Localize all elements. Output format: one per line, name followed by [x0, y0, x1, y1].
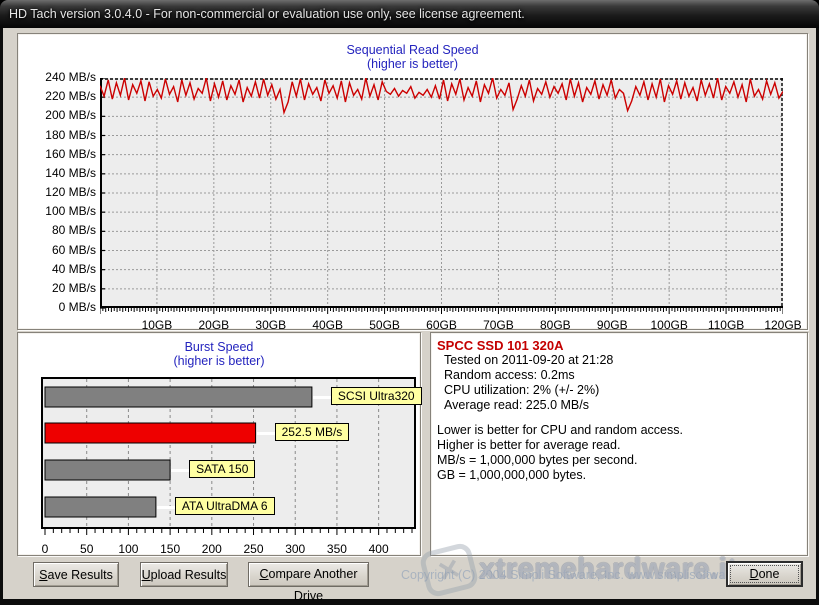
seq-y-tick: 40 MB/s: [20, 262, 96, 276]
burst-bar-label: SCSI Ultra320: [331, 387, 422, 405]
title-bar[interactable]: HD Tach version 3.0.4.0 - For non-commer…: [0, 0, 819, 28]
seq-x-tick: 40GB: [298, 318, 358, 332]
burst-label-connector: [257, 432, 275, 435]
seq-x-tick: 20GB: [184, 318, 244, 332]
random-access-line: Random access: 0.2ms: [437, 368, 803, 383]
burst-chart-title: Burst Speed: [18, 340, 420, 354]
burst-label-connector: [171, 469, 189, 472]
burst-x-tick: 100: [108, 542, 148, 556]
burst-x-tick: 50: [67, 542, 107, 556]
seq-y-tick: 220 MB/s: [20, 89, 96, 103]
tested-on-line: Tested on 2011-09-20 at 21:28: [437, 353, 803, 368]
window-title: HD Tach version 3.0.4.0 - For non-commer…: [0, 7, 525, 21]
sequential-read-panel: Sequential Read Speed (higher is better)…: [17, 33, 808, 330]
average-read-line: Average read: 225.0 MB/s: [437, 398, 803, 413]
seq-y-tick: 20 MB/s: [20, 281, 96, 295]
seq-x-tick: 10GB: [127, 318, 187, 332]
cpu-utilization-line: CPU utilization: 2% (+/- 2%): [437, 383, 803, 398]
sequential-chart-subtitle: (higher is better): [18, 57, 807, 71]
burst-x-tick: 300: [275, 542, 315, 556]
save-results-button[interactable]: Save Results: [33, 562, 119, 587]
seq-x-tick: 80GB: [525, 318, 585, 332]
sequential-plot-area: [100, 78, 783, 316]
hdtach-window: HD Tach version 3.0.4.0 - For non-commer…: [0, 0, 819, 605]
burst-speed-panel: Burst Speed (higher is better) SCSI Ultr…: [17, 332, 421, 556]
seq-y-tick: 200 MB/s: [20, 108, 96, 122]
burst-bar-label: SATA 150: [189, 460, 255, 478]
sequential-line-chart: [100, 78, 783, 316]
seq-y-tick: 0 MB/s: [20, 300, 96, 314]
burst-x-tick: 350: [317, 542, 357, 556]
note-cpu-random: Lower is better for CPU and random acces…: [437, 423, 803, 438]
note-mbs-def: MB/s = 1,000,000 bytes per second.: [437, 453, 803, 468]
burst-bar-label: 252.5 MB/s: [275, 423, 350, 441]
sequential-chart-title: Sequential Read Speed: [18, 43, 807, 57]
burst-x-tick: 150: [150, 542, 190, 556]
seq-x-tick: 90GB: [582, 318, 642, 332]
seq-y-tick: 60 MB/s: [20, 243, 96, 257]
seq-y-tick: 80 MB/s: [20, 223, 96, 237]
note-gb-def: GB = 1,000,000,000 bytes.: [437, 468, 803, 483]
burst-label-connector: [157, 506, 175, 509]
done-button[interactable]: Done: [726, 561, 803, 587]
note-average: Higher is better for average read.: [437, 438, 803, 453]
burst-x-tick: 400: [359, 542, 399, 556]
burst-bar-label: ATA UltraDMA 6: [175, 497, 275, 515]
seq-y-tick: 180 MB/s: [20, 128, 96, 142]
burst-x-tick: 200: [192, 542, 232, 556]
drive-name: SPCC SSD 101 320A: [437, 338, 803, 353]
seq-x-tick: 60GB: [412, 318, 472, 332]
upload-results-button[interactable]: Upload Results: [140, 562, 228, 587]
seq-x-tick: 120GB: [753, 318, 813, 332]
burst-chart-subtitle: (higher is better): [18, 354, 420, 368]
window-body: Sequential Read Speed (higher is better)…: [0, 28, 819, 605]
seq-y-tick: 120 MB/s: [20, 185, 96, 199]
seq-y-tick: 160 MB/s: [20, 147, 96, 161]
seq-y-tick: 140 MB/s: [20, 166, 96, 180]
compare-another-drive-button[interactable]: Compare Another Drive: [248, 562, 369, 587]
seq-x-tick: 100GB: [639, 318, 699, 332]
seq-x-tick: 70GB: [468, 318, 528, 332]
drive-info-panel: SPCC SSD 101 320A Tested on 2011-09-20 a…: [430, 332, 808, 556]
seq-y-tick: 240 MB/s: [20, 70, 96, 84]
seq-x-tick: 50GB: [355, 318, 415, 332]
burst-label-connector: [313, 396, 331, 399]
burst-x-tick: 0: [25, 542, 65, 556]
seq-x-tick: 30GB: [241, 318, 301, 332]
burst-x-tick: 250: [234, 542, 274, 556]
copyright-text: Copyright (C) 2004 Simpli Software, Inc.…: [401, 568, 764, 582]
seq-x-tick: 110GB: [696, 318, 756, 332]
seq-y-tick: 100 MB/s: [20, 204, 96, 218]
